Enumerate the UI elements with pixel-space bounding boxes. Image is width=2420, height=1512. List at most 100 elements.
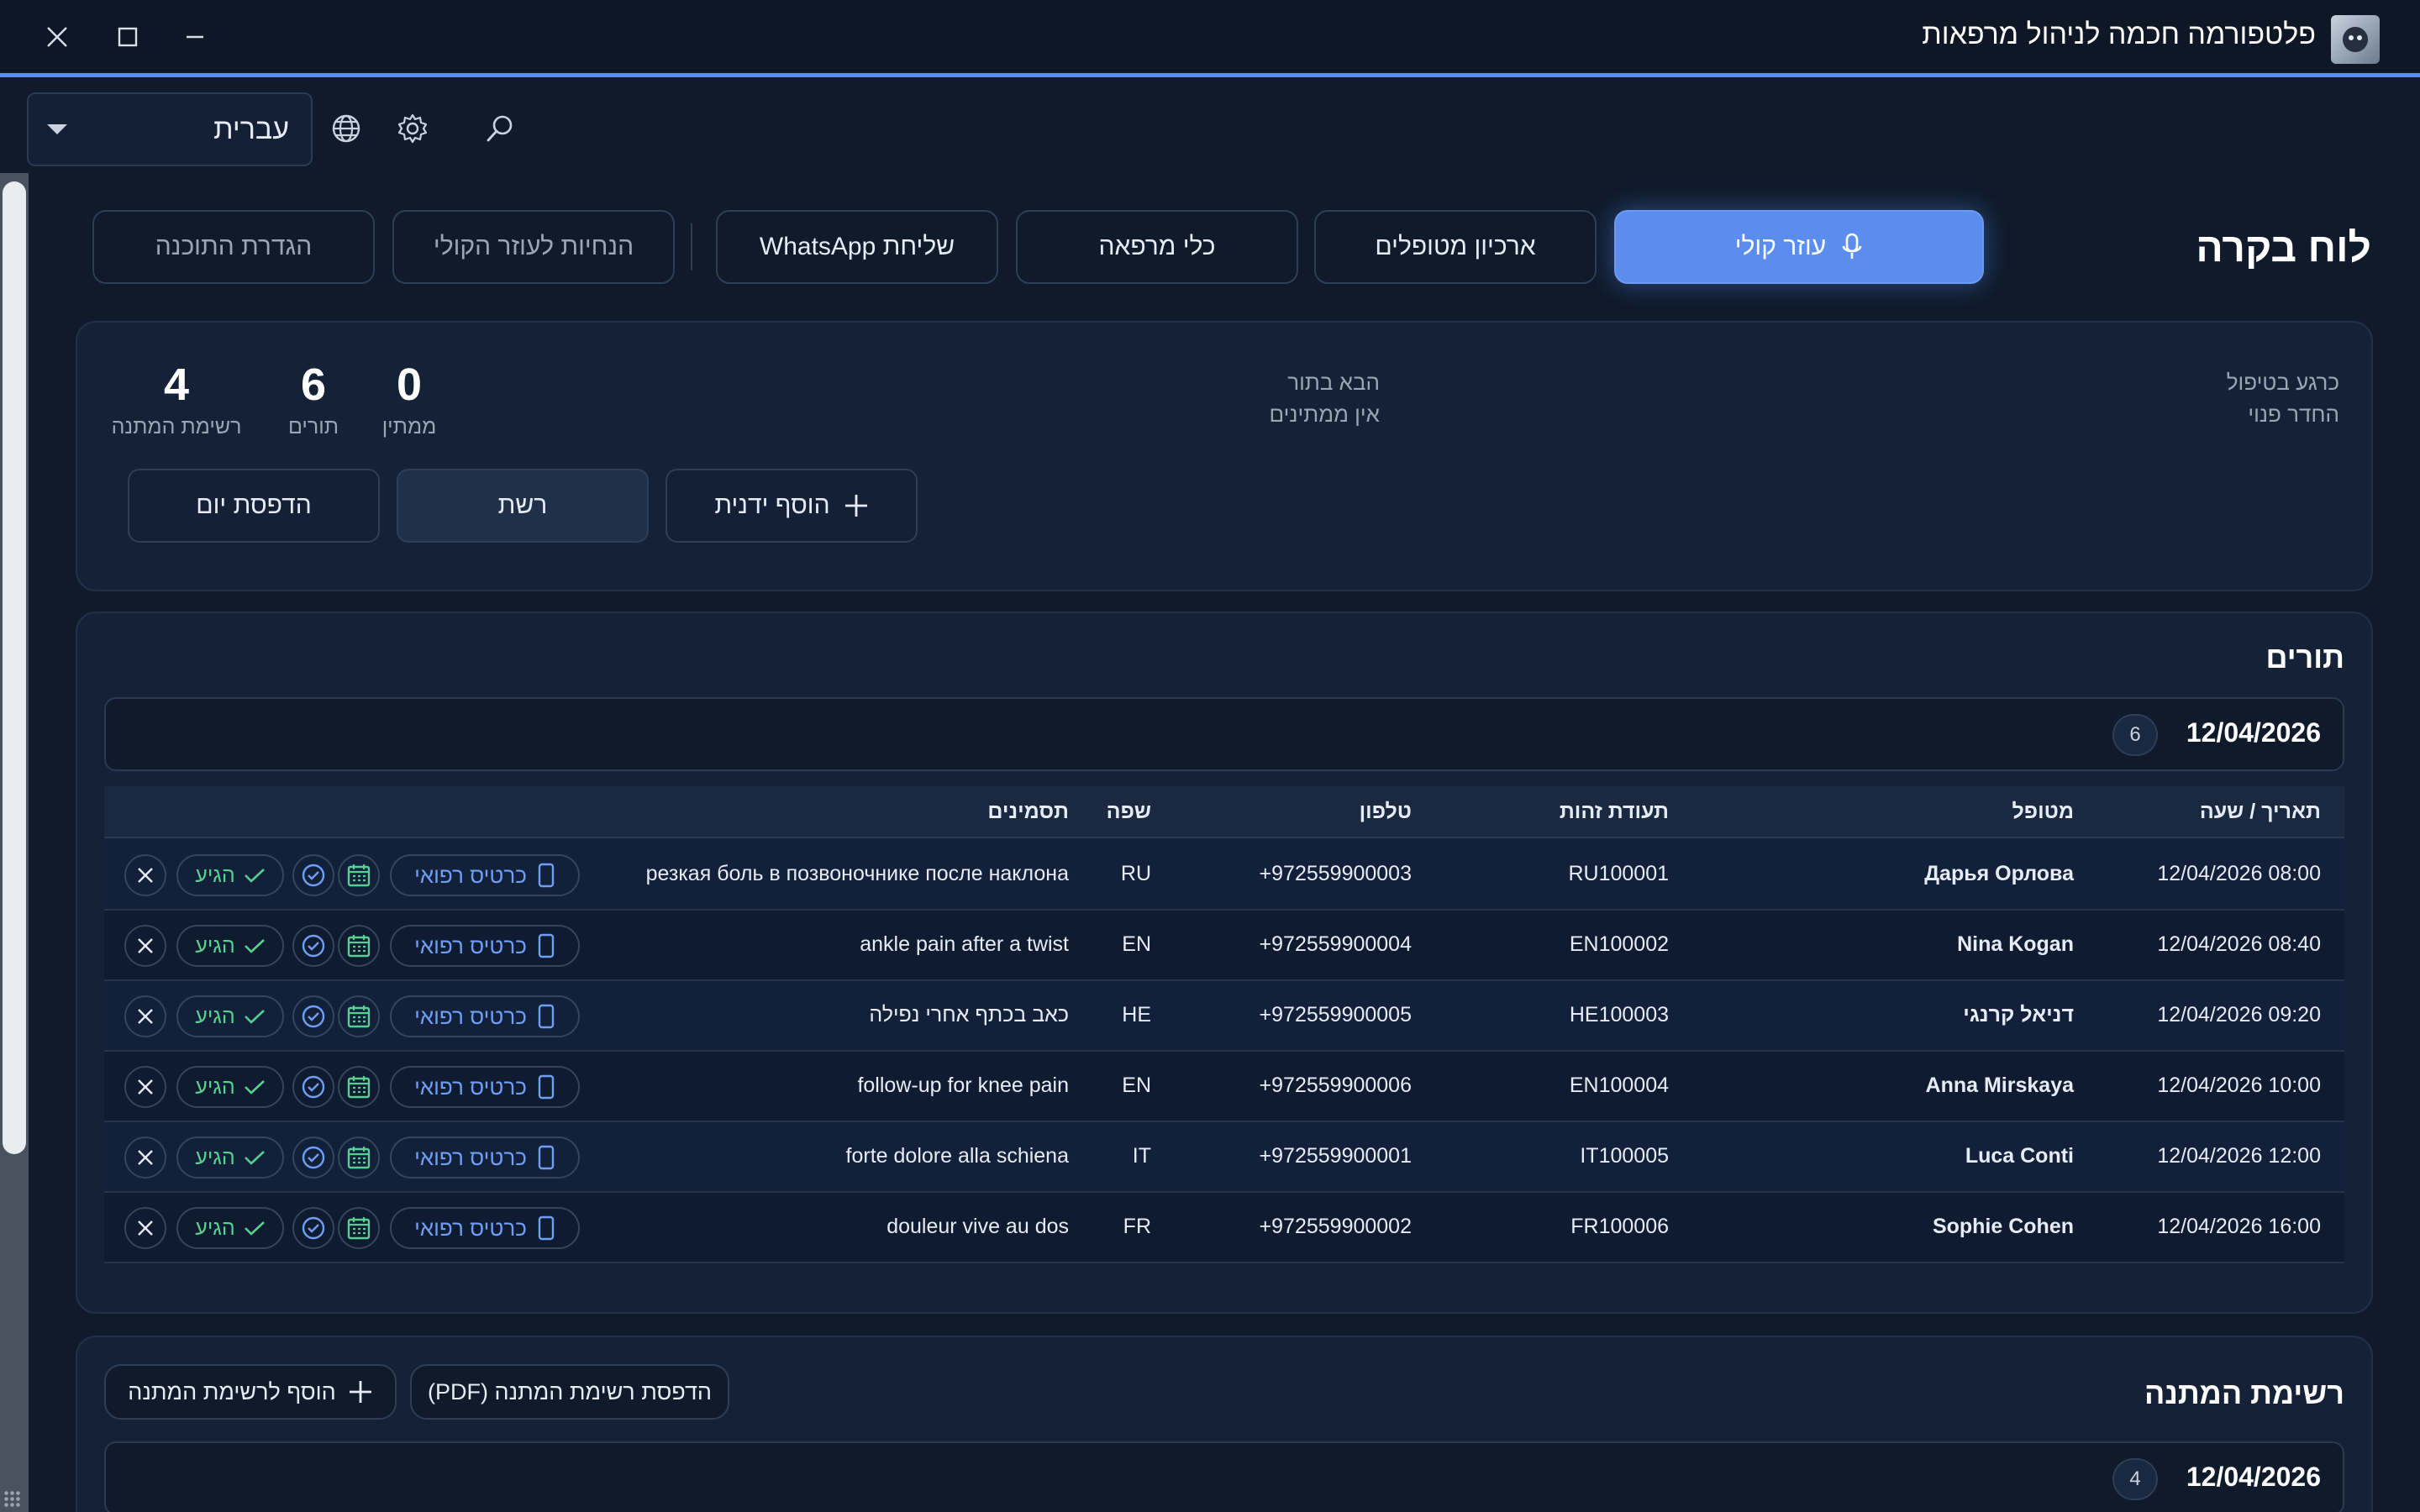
medical-card-button[interactable]: כרטיס רפואי	[390, 854, 580, 896]
cell-id: IT100005	[1580, 1144, 1669, 1168]
print-waitlist-pdf-label: הדפסת רשימת המתנה (PDF)	[427, 1378, 713, 1404]
mobile-icon	[538, 863, 555, 888]
voice-assistant-label: עוזר קולי	[1734, 233, 1827, 260]
remove-button[interactable]	[124, 1137, 166, 1179]
remove-button[interactable]	[124, 925, 166, 967]
arrived-button[interactable]: הגיע	[176, 925, 284, 967]
table-row[interactable]: 12/04/2026 08:40 Nina Kogan EN100002 +97255…	[104, 911, 2344, 981]
patient-archive-button[interactable]: ארכיון מטופלים	[1314, 210, 1597, 284]
schedule-button[interactable]	[338, 925, 380, 967]
confirm-button[interactable]	[292, 1207, 334, 1249]
schedule-button[interactable]	[338, 1207, 380, 1249]
globe-button[interactable]	[327, 109, 366, 148]
add-to-waitlist-button[interactable]: הוסף לרשימת המתנה	[104, 1364, 397, 1420]
cell-id: HE100003	[1569, 1003, 1669, 1026]
remove-button[interactable]	[124, 995, 166, 1037]
schedule-button[interactable]	[338, 1137, 380, 1179]
language-select[interactable]: עברית	[27, 92, 313, 166]
cell-phone: +972559900005	[1259, 1003, 1412, 1026]
app-setup-label: הגדרת התוכנה	[155, 233, 313, 260]
voice-guidelines-button[interactable]: הנחיות לעוזר הקולי	[392, 210, 675, 284]
check-circle-icon	[302, 1216, 325, 1240]
medical-card-button[interactable]: כרטיס רפואי	[390, 925, 580, 967]
cell-phone: +972559900003	[1259, 862, 1412, 885]
cell-id: EN100004	[1569, 1074, 1669, 1097]
appointments-date-bar[interactable]: 12/04/2026 6	[104, 697, 2344, 771]
settings-button[interactable]	[393, 109, 432, 148]
close-window-button[interactable]	[32, 12, 82, 62]
schedule-button[interactable]	[338, 854, 380, 896]
check-circle-icon	[302, 934, 325, 958]
clinic-tools-button[interactable]: כלי מרפאה	[1016, 210, 1298, 284]
table-row[interactable]: 12/04/2026 09:20 דניאל קרנגי HE100003 +9725…	[104, 981, 2344, 1052]
cell-id: RU100001	[1568, 862, 1669, 885]
medical-card-button[interactable]: כרטיס רפואי	[390, 1066, 580, 1108]
cell-datetime: 12/04/2026 09:20	[2157, 1003, 2321, 1026]
table-row[interactable]: 12/04/2026 16:00 Sophie Cohen FR100006 +972…	[104, 1193, 2344, 1263]
stat-waiting-label: ממתין	[381, 415, 437, 438]
stat-appointments-value: 6	[300, 360, 327, 410]
cell-patient: Luca Conti	[1965, 1144, 2074, 1168]
confirm-button[interactable]	[292, 995, 334, 1037]
arrived-label: הגיע	[195, 863, 235, 887]
medical-card-button[interactable]: כרטיס רפואי	[390, 995, 580, 1037]
stat-appointments-label: תורים	[287, 415, 339, 438]
voice-assistant-button[interactable]: עוזר קולי	[1614, 210, 1984, 284]
next-in-line-label: הבא בתור	[1287, 370, 1380, 395]
appointments-date: 12/04/2026	[2186, 717, 2321, 748]
confirm-button[interactable]	[292, 925, 334, 967]
medical-card-button[interactable]: כרטיס רפואי	[390, 1137, 580, 1179]
print-waitlist-pdf-button[interactable]: הדפסת רשימת המתנה (PDF)	[410, 1364, 729, 1420]
arrived-button[interactable]: הגיע	[176, 1137, 284, 1179]
mobile-icon	[538, 1074, 555, 1100]
app-logo	[2331, 15, 2380, 64]
header-patient: מטופל	[2012, 800, 2075, 823]
medical-card-button[interactable]: כרטיס רפואי	[390, 1207, 580, 1249]
print-day-label: הדפסת יום	[196, 491, 312, 519]
cell-symptoms: резкая боль в позвоночнике после наклона	[645, 862, 1069, 885]
calendar-icon	[347, 1076, 371, 1099]
schedule-button[interactable]	[338, 1066, 380, 1108]
resize-grip[interactable]	[3, 1490, 22, 1509]
print-day-button[interactable]: הדפסת יום	[128, 469, 380, 543]
medical-card-label: כרטיס רפואי	[414, 862, 527, 888]
schedule-button[interactable]	[338, 995, 380, 1037]
confirm-button[interactable]	[292, 1066, 334, 1108]
stat-waiting-value: 0	[396, 360, 423, 410]
confirm-button[interactable]	[292, 854, 334, 896]
waitlist-date-bar[interactable]: 12/04/2026 4	[104, 1441, 2344, 1512]
app-setup-button[interactable]: הגדרת התוכנה	[92, 210, 375, 284]
send-whatsapp-button[interactable]: שליחת WhatsApp	[716, 210, 998, 284]
cell-symptoms: כאב בכתף אחרי נפילה	[869, 1003, 1069, 1026]
scrollbar-thumb[interactable]	[3, 181, 26, 1154]
add-manual-button[interactable]: הוסף ידנית	[666, 469, 918, 543]
maximize-window-button[interactable]	[103, 12, 153, 62]
voice-guidelines-label: הנחיות לעוזר הקולי	[433, 233, 634, 260]
confirm-button[interactable]	[292, 1137, 334, 1179]
remove-button[interactable]	[124, 1207, 166, 1249]
close-icon	[138, 1009, 153, 1024]
search-button[interactable]	[481, 109, 519, 148]
cell-datetime: 12/04/2026 08:00	[2157, 862, 2321, 885]
table-row[interactable]: 12/04/2026 12:00 Luca Conti IT100005 +97255…	[104, 1122, 2344, 1193]
arrived-button[interactable]: הגיע	[176, 1207, 284, 1249]
network-button[interactable]: רשת	[397, 469, 649, 543]
stat-waitlist-value: 4	[163, 360, 190, 410]
remove-button[interactable]	[124, 1066, 166, 1108]
arrived-label: הגיע	[195, 1074, 235, 1099]
appointments-table-header: תאריך / שעה מטופל תעודת זהות טלפון שפה ת…	[104, 786, 2344, 838]
arrived-button[interactable]: הגיע	[176, 1066, 284, 1108]
header-phone: טלפון	[1359, 800, 1412, 823]
table-row[interactable]: 12/04/2026 08:00 Дарья Орлова RU100001 +972…	[104, 840, 2344, 911]
arrived-label: הגיע	[195, 1145, 235, 1169]
arrived-button[interactable]: הגיע	[176, 854, 284, 896]
check-icon	[244, 939, 265, 953]
table-row[interactable]: 12/04/2026 10:00 Anna Mirskaya EN100004 +97…	[104, 1052, 2344, 1122]
minimize-window-button[interactable]	[170, 12, 220, 62]
remove-button[interactable]	[124, 854, 166, 896]
arrived-button[interactable]: הגיע	[176, 995, 284, 1037]
cell-symptoms: forte dolore alla schiena	[845, 1144, 1069, 1168]
cell-symptoms: ankle pain after a twist	[860, 932, 1069, 956]
add-manual-label: הוסף ידנית	[714, 491, 830, 519]
cell-patient: Дарья Орлова	[1924, 862, 2074, 885]
